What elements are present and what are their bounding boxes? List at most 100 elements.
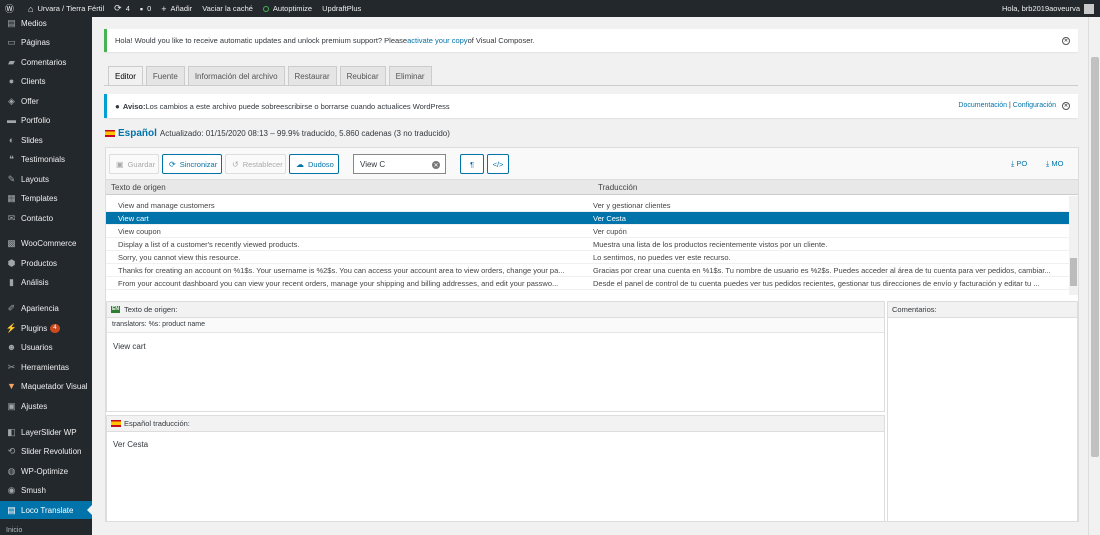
smush-icon: ◉ — [7, 484, 16, 495]
tab-restaurar[interactable]: Restaurar — [287, 66, 337, 86]
sidebar-item-offer[interactable]: ◈ Offer — [0, 92, 92, 110]
download-mo-link[interactable]: ⤓ MO — [1046, 159, 1064, 169]
sidebar-item-layerslider[interactable]: ◧ LayerSlider WP — [0, 423, 92, 441]
tab-editor[interactable]: Editor — [108, 66, 143, 86]
table-row[interactable]: View and manage customers Ver y gestionar… — [106, 199, 1069, 212]
sidebar-item-productos[interactable]: ⬢ Productos — [0, 254, 92, 272]
comments-link[interactable]: ▪ 0 — [135, 0, 156, 17]
visual-composer-icon: ▼ — [7, 381, 16, 391]
dismiss-update-notice-icon[interactable]: ✕ — [1062, 36, 1070, 45]
search-input[interactable]: View C ✕ — [353, 154, 446, 174]
sync-icon: ⟳ — [169, 159, 176, 169]
table-row-selected[interactable]: View cart Ver Cesta — [106, 212, 1069, 225]
source-column-header[interactable]: Texto de origen — [111, 183, 166, 192]
activate-copy-link[interactable]: activate your copy — [407, 36, 467, 45]
templates-icon: ▦ — [7, 192, 16, 203]
dismiss-warning-notice-icon[interactable]: ✕ — [1062, 102, 1070, 110]
sidebar-item-clients[interactable]: ● Clients — [0, 72, 92, 90]
translation-column-header[interactable]: Traducción — [598, 183, 637, 192]
invisibles-toggle-button[interactable]: ¶ — [460, 154, 484, 174]
quote-icon: ❝ — [9, 153, 14, 164]
scrollbar-thumb[interactable] — [1070, 258, 1077, 286]
tab-reubicar[interactable]: Reubicar — [339, 66, 386, 86]
tab-eliminar[interactable]: Eliminar — [388, 66, 432, 86]
configuration-link[interactable]: Configuración — [1013, 102, 1056, 109]
table-row[interactable]: View coupon Ver cupón — [106, 225, 1069, 238]
language-name[interactable]: Español — [118, 128, 157, 139]
products-icon: ⬢ — [7, 257, 16, 268]
sidebar-item-templates[interactable]: ▦ Templates — [0, 189, 92, 207]
autoptimize-link[interactable]: Autoptimize — [258, 0, 317, 17]
sidebar-item-apariencia[interactable]: ✐ Apariencia — [0, 299, 92, 317]
users-icon: ☻ — [6, 342, 17, 352]
home-icon: ⌂ — [28, 3, 34, 14]
updates-icon: ⟳ — [114, 3, 122, 13]
source-pane-title: Texto de origen: — [123, 305, 178, 314]
sidebar-item-comentarios[interactable]: ▰ Comentarios — [0, 53, 92, 71]
code-view-toggle-button[interactable]: </> — [487, 154, 509, 174]
english-flag-icon: EN — [111, 306, 120, 313]
optimize-icon: ◍ — [7, 465, 16, 476]
sidebar-item-paginas[interactable]: ▭ Páginas — [0, 33, 92, 51]
cloud-icon: ☁ — [296, 159, 304, 169]
admin-sidebar: ▤ Medios ▭ Páginas ▰ Comentarios ● Clients ◈… — [0, 17, 92, 535]
language-status: Español Actualizado: 01/15/2020 08:13 – … — [105, 128, 450, 139]
layouts-icon: ✎ — [7, 173, 16, 184]
sidebar-item-slides[interactable]: ◐ Slides — [0, 131, 92, 149]
sidebar-item-analisis[interactable]: ▮ Análisis — [0, 273, 92, 291]
pages-icon: ▭ — [7, 36, 16, 47]
tabs-divider — [104, 85, 1078, 86]
download-po-link[interactable]: ⤓ PO — [1011, 159, 1027, 169]
sidebar-item-plugins[interactable]: ⚡ Plugins 4 — [0, 319, 92, 337]
strings-scrollbar[interactable] — [1069, 196, 1078, 295]
strings-table-header: Texto de origen Traducción — [106, 179, 1078, 195]
fuzzy-button[interactable]: ☁ Dudoso — [289, 154, 339, 174]
sidebar-item-woocommerce[interactable]: ▩ WooCommerce — [0, 234, 92, 252]
sidebar-subitem-inicio[interactable]: Inicio — [6, 527, 22, 534]
sidebar-item-layouts[interactable]: ✎ Layouts — [0, 170, 92, 188]
tab-informacion[interactable]: Información del archivo — [187, 66, 285, 86]
sync-button[interactable]: ⟳ Sincronizar — [162, 154, 222, 174]
sidebar-item-testimonials[interactable]: ❝ Testimonials — [0, 150, 92, 168]
revert-button[interactable]: ↺ Restablecer — [225, 154, 286, 174]
sidebar-item-maquetador-visual[interactable]: ▼ Maquetador Visual — [0, 377, 92, 395]
tab-fuente[interactable]: Fuente — [145, 66, 185, 86]
sidebar-item-usuarios[interactable]: ☻ Usuarios — [0, 338, 92, 356]
revert-icon: ↺ — [232, 159, 239, 169]
sidebar-item-wp-optimize[interactable]: ◍ WP-Optimize — [0, 462, 92, 480]
page-scrollbar-thumb[interactable] — [1091, 57, 1099, 457]
clients-icon: ● — [8, 76, 15, 86]
sidebar-item-smush[interactable]: ◉ Smush — [0, 481, 92, 499]
page-scrollbar[interactable] — [1088, 17, 1100, 535]
add-new-link[interactable]: + Añadir — [156, 0, 197, 17]
save-button[interactable]: ▣ Guardar — [109, 154, 159, 174]
sidebar-item-loco-translate[interactable]: ▤ Loco Translate — [0, 501, 92, 519]
comments-pane: Comentarios: — [887, 301, 1078, 522]
table-row[interactable]: Thanks for creating an account on %1$s. … — [106, 264, 1069, 277]
media-icon: ▤ — [7, 17, 16, 28]
updates-link[interactable]: ⟳ 4 — [109, 0, 135, 17]
sidebar-item-herramientas[interactable]: ✂ Herramientas — [0, 358, 92, 376]
translation-pane: Español traducción: Ver Cesta — [106, 415, 885, 522]
sidebar-item-ajustes[interactable]: ▣ Ajustes — [0, 397, 92, 415]
translation-textarea[interactable]: Ver Cesta — [113, 440, 148, 449]
plus-icon: + — [161, 3, 167, 14]
plugins-icon: ⚡ — [5, 322, 18, 333]
table-row[interactable]: Display a list of a customer's recently … — [106, 238, 1069, 251]
sidebar-item-contacto[interactable]: ✉ Contacto — [0, 209, 92, 227]
clear-cache-link[interactable]: Vaciar la caché — [197, 0, 258, 17]
updraftplus-link[interactable]: UpdraftPlus — [317, 0, 366, 17]
clear-search-icon[interactable]: ✕ — [432, 161, 440, 169]
status-dot-icon — [262, 5, 269, 12]
spain-flag-icon — [111, 420, 121, 427]
sidebar-item-medios[interactable]: ▤ Medios — [0, 14, 92, 32]
table-row[interactable]: Sorry, you cannot view this resource. Lo … — [106, 251, 1069, 264]
source-context: translators: %s: product name — [107, 318, 884, 333]
table-row[interactable]: From your account dashboard you can view… — [106, 277, 1069, 290]
sidebar-item-slider-revolution[interactable]: ⟲ Slider Revolution — [0, 442, 92, 460]
account-menu[interactable]: Hola, brb2019aoveurva — [1002, 0, 1100, 17]
info-icon: ● — [115, 101, 120, 111]
sidebar-item-portfolio[interactable]: ▬ Portfolio — [0, 111, 92, 129]
documentation-link[interactable]: Documentación — [958, 102, 1007, 109]
admin-bar: Ⓦ ⌂ Urvara / Tierra Fértil ⟳ 4 ▪ 0 + Añadir … — [0, 0, 1100, 17]
